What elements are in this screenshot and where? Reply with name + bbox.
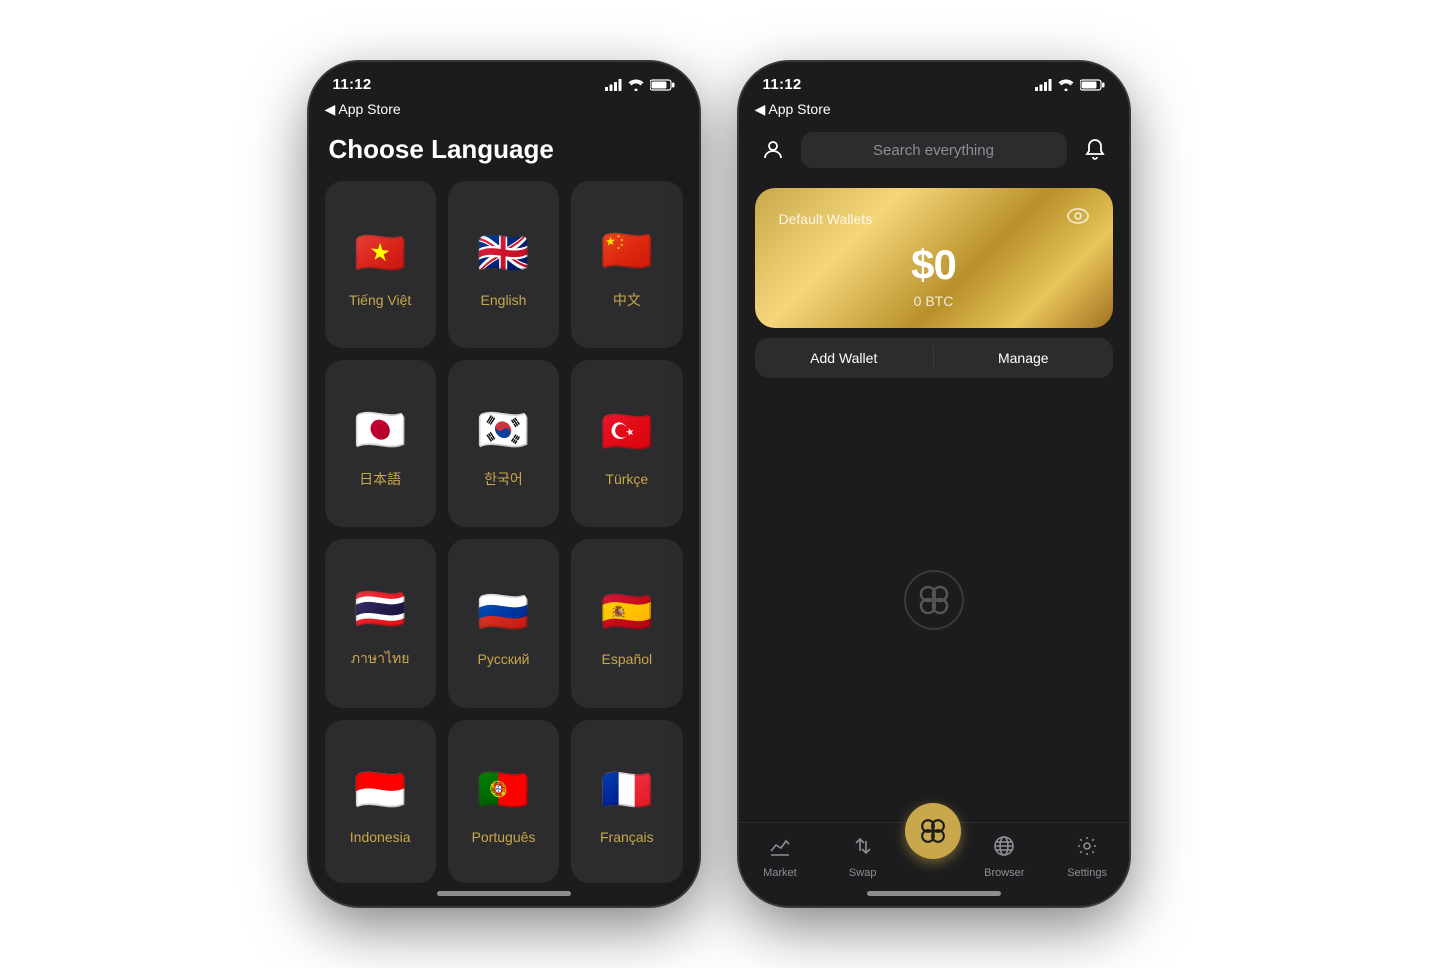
battery-icon-right [1080,79,1105,91]
signal-icon [605,79,622,91]
lang-cell-es[interactable]: 🇪🇸 Español [571,539,682,708]
flag-th: 🇹🇭 [352,582,408,638]
wallet-label: Default Wallets [779,211,873,227]
search-placeholder: Search everything [873,142,994,159]
flag-id: 🇮🇩 [352,763,408,819]
lang-label-fr: Français [600,829,654,845]
lang-label-id: Indonesia [350,829,411,845]
lang-cell-zh[interactable]: 🇨🇳 中文 [571,181,682,348]
flag-zh: 🇨🇳 [599,224,655,280]
tab-swap[interactable]: Swap [821,831,904,883]
left-phone: 11:12 ◀ App Store [309,62,699,906]
notification-button[interactable] [1077,132,1113,168]
home-indicator-right [867,891,1001,896]
language-grid: 🇻🇳 Tiếng Việt 🇬🇧 English 🇨🇳 中文 🇯🇵 日本語 🇰🇷 한국어 🇹🇷 Tür… [309,181,699,883]
wallet-content [739,378,1129,822]
flag-ko: 🇰🇷 [475,403,531,459]
market-label: Market [763,867,797,879]
nav-bar-left: ◀ App Store [309,99,699,126]
card-header: Default Wallets [779,208,1089,229]
battery-icon [650,79,675,91]
lang-label-vi: Tiếng Việt [349,292,411,308]
flag-tr: 🇹🇷 [599,405,655,461]
tab-home[interactable] [904,803,963,863]
lang-cell-pt[interactable]: 🇵🇹 Português [448,720,559,883]
right-phone: 11:12 ◀ App Store [739,62,1129,906]
tab-browser[interactable]: Browser [963,831,1046,883]
nav-bar-right: ◀ App Store [739,99,1129,126]
lang-label-zh: 中文 [613,290,641,310]
page-title-left: Choose Language [309,126,699,181]
lang-label-en: English [481,292,527,308]
lang-cell-ja[interactable]: 🇯🇵 日本語 [325,360,436,527]
flag-es: 🇪🇸 [599,585,655,641]
app-logo-center [916,582,952,618]
wifi-icon [628,79,644,91]
status-icons-left [605,79,675,91]
flag-ru: 🇷🇺 [475,585,531,641]
lang-label-th: ภาษาไทย [351,648,410,670]
manage-button[interactable]: Manage [934,338,1113,378]
wallet-btc: 0 BTC [779,293,1089,309]
lang-cell-en[interactable]: 🇬🇧 English [448,181,559,348]
tab-market[interactable]: Market [739,831,822,883]
wallet-amount: $0 [779,241,1089,289]
lang-cell-ko[interactable]: 🇰🇷 한국어 [448,360,559,527]
tab-bar: Market Swap [739,822,1129,883]
settings-label: Settings [1067,867,1107,879]
tab-settings[interactable]: Settings [1046,831,1129,883]
browser-label: Browser [984,867,1024,879]
home-logo [918,816,948,846]
lang-label-ja: 日本語 [359,469,401,489]
market-icon [769,835,791,863]
lang-cell-vi[interactable]: 🇻🇳 Tiếng Việt [325,181,436,348]
home-indicator-left [437,891,571,896]
signal-icon-right [1035,79,1052,91]
eye-icon[interactable] [1067,208,1089,229]
wallet-header: Search everything [739,126,1129,178]
back-button-right[interactable]: ◀ App Store [755,101,831,118]
lang-label-tr: Türkçe [605,471,648,487]
status-time-left: 11:12 [333,76,372,93]
lang-label-ko: 한국어 [484,469,523,489]
center-logo [904,570,964,630]
swap-icon [852,835,874,863]
status-bar-left: 11:12 [309,62,699,99]
lang-label-es: Español [602,651,653,667]
search-bar[interactable]: Search everything [801,132,1067,168]
lang-label-ru: Русский [478,651,530,667]
status-bar-right: 11:12 [739,62,1129,99]
flag-fr: 🇫🇷 [599,763,655,819]
flag-vi: 🇻🇳 [352,226,408,282]
browser-icon [993,835,1015,863]
settings-icon [1076,835,1098,863]
swap-label: Swap [849,867,877,879]
lang-label-pt: Português [472,829,536,845]
lang-cell-id[interactable]: 🇮🇩 Indonesia [325,720,436,883]
flag-ja: 🇯🇵 [352,403,408,459]
wallet-actions: Add Wallet Manage [755,338,1113,378]
lang-cell-tr[interactable]: 🇹🇷 Türkçe [571,360,682,527]
lang-cell-fr[interactable]: 🇫🇷 Français [571,720,682,883]
lang-cell-th[interactable]: 🇹🇭 ภาษาไทย [325,539,436,708]
wallet-card-section: Default Wallets $0 0 BTC [739,178,1129,338]
flag-en: 🇬🇧 [475,226,531,282]
wallet-card: Default Wallets $0 0 BTC [755,188,1113,328]
status-time-right: 11:12 [763,76,802,93]
profile-button[interactable] [755,132,791,168]
status-icons-right [1035,79,1105,91]
home-tab-icon [905,803,961,859]
lang-cell-ru[interactable]: 🇷🇺 Русский [448,539,559,708]
wifi-icon-right [1058,79,1074,91]
back-button-left[interactable]: ◀ App Store [325,101,401,118]
flag-pt: 🇵🇹 [475,763,531,819]
add-wallet-button[interactable]: Add Wallet [755,338,934,378]
